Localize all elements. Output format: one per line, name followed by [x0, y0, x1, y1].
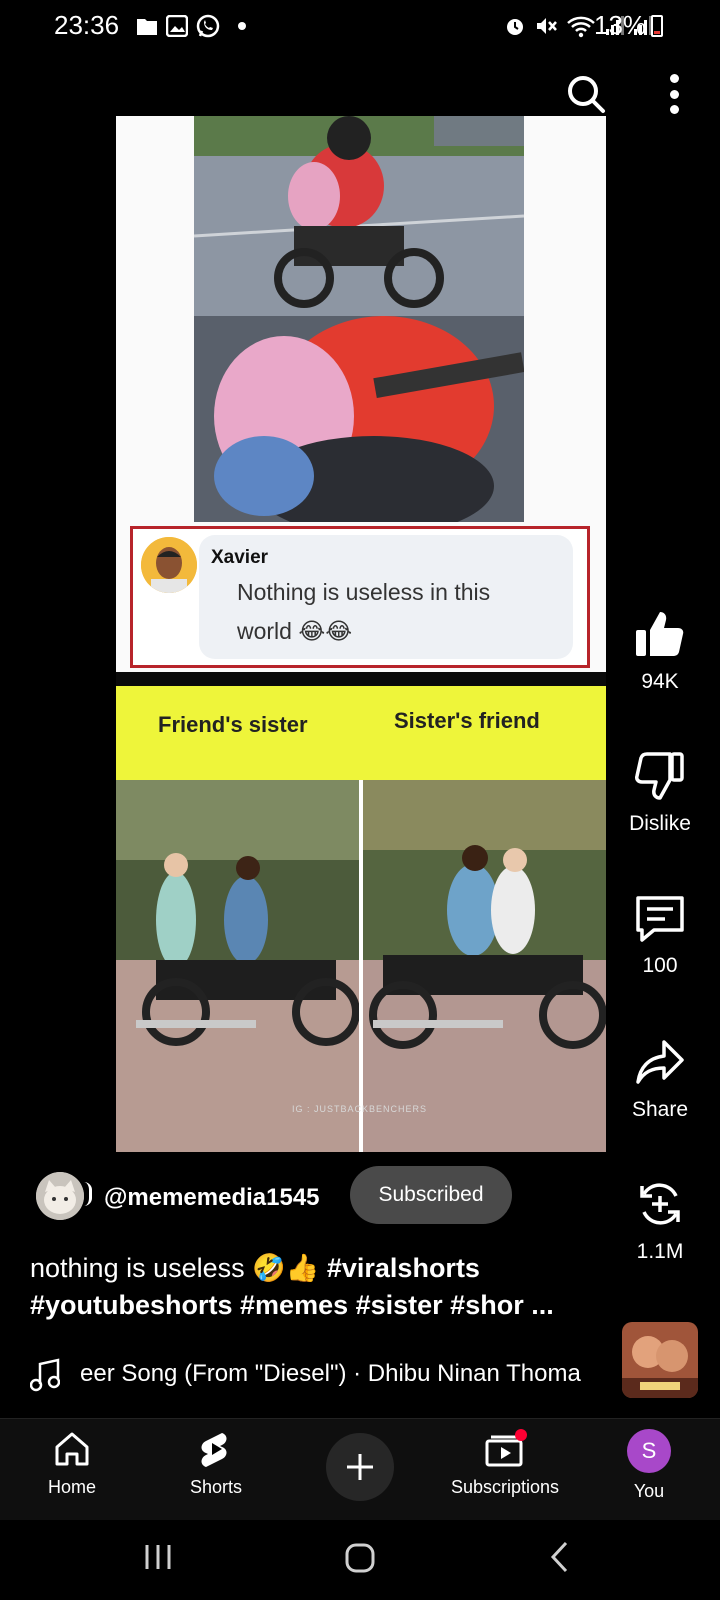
label-sisters-friend: Sister's friend	[394, 708, 540, 733]
music-row[interactable]: eer Song (From "Diesel") · Dhibu Ninan T…	[30, 1356, 610, 1392]
commenter-avatar	[141, 537, 197, 593]
status-icons-left	[136, 14, 246, 38]
subscriptions-icon	[485, 1429, 527, 1467]
music-note-icon	[30, 1358, 60, 1392]
nav-subscriptions[interactable]: Subscriptions	[430, 1429, 580, 1498]
label-friends-sister: Friend's sister	[158, 712, 308, 737]
remix-button[interactable]: 1.1M	[606, 1178, 714, 1264]
nav-home[interactable]: Home	[0, 1429, 147, 1498]
thumbs-up-icon	[636, 612, 684, 656]
shorts-icon	[201, 1433, 227, 1467]
comment-card: Xavier Nothing is useless in this world …	[130, 526, 590, 668]
folder-icon	[137, 19, 157, 35]
channel-handle[interactable]: @mememedia1545	[104, 1184, 320, 1212]
wifi-icon	[567, 16, 595, 38]
meme-bottom-panel: Friend's sister Sister's friend IG: JUS…	[116, 686, 606, 1152]
thumbs-down-icon	[635, 752, 684, 800]
like-button[interactable]: 94K	[606, 608, 714, 694]
status-time: 23:36	[54, 10, 120, 40]
caption-text: nothing is useless 🤣👍	[30, 1253, 327, 1283]
scene-friends-sister	[116, 780, 359, 1152]
battery-percent: 13%	[594, 10, 647, 40]
you-avatar: S	[627, 1429, 671, 1473]
home-icon	[55, 1432, 89, 1466]
dislike-label: Dislike	[629, 812, 691, 835]
whatsapp-icon	[196, 14, 220, 38]
scene-sisters-friend	[363, 780, 606, 1152]
commenter-name: Xavier	[211, 547, 269, 568]
comment-count: 100	[642, 954, 678, 977]
label-band: Friend's sister Sister's friend	[116, 686, 606, 780]
remix-count: 1.1M	[636, 1240, 684, 1263]
video-watermark: IG : JUSTBACKBENCHERS	[292, 1104, 428, 1114]
remix-icon	[640, 1183, 680, 1225]
music-thumbnail[interactable]	[622, 1322, 698, 1398]
caption-hashtags[interactable]: #youtubeshorts #memes #sister #shor ...	[30, 1290, 554, 1320]
video-player[interactable]: Xavier Nothing is useless in this world …	[116, 116, 606, 1152]
scooter-photo	[194, 116, 524, 522]
more-vert-icon[interactable]	[662, 72, 686, 116]
bottom-nav: Home Shorts Subscriptions S You	[0, 1418, 720, 1520]
nav-home-label: Home	[47, 1477, 96, 1497]
recent-apps-icon[interactable]	[142, 1542, 174, 1572]
status-bar: 23:36 13%	[0, 0, 720, 54]
comment-icon	[636, 896, 684, 942]
comments-button[interactable]: 100	[606, 892, 714, 978]
music-title: eer Song (From "Diesel") · Dhibu Ninan T…	[80, 1360, 581, 1387]
back-icon[interactable]	[548, 1540, 572, 1574]
dot-icon	[238, 22, 246, 30]
meme-top-panel: Xavier Nothing is useless in this world …	[116, 116, 606, 672]
caption-hashtag-viralshorts[interactable]: #viralshorts	[327, 1253, 480, 1283]
create-button[interactable]	[326, 1433, 394, 1501]
video-caption[interactable]: nothing is useless 🤣👍 #viralshorts #yout…	[30, 1250, 590, 1324]
comment-text: Nothing is useless in this world 😂😂	[237, 579, 491, 644]
home-nav-icon[interactable]	[344, 1542, 376, 1574]
share-icon	[636, 1040, 684, 1084]
channel-avatar[interactable]	[36, 1172, 84, 1220]
nav-you[interactable]: S You	[574, 1429, 720, 1502]
alarm-icon	[507, 19, 523, 35]
gallery-icon	[166, 15, 188, 37]
avatar-ring	[84, 1182, 92, 1206]
nav-subscriptions-label: Subscriptions	[450, 1477, 560, 1497]
search-icon[interactable]	[566, 74, 606, 114]
battery-icon	[651, 15, 663, 37]
nav-shorts-label: Shorts	[189, 1477, 243, 1497]
subscribed-button[interactable]: Subscribed	[350, 1166, 512, 1224]
mute-icon	[537, 18, 557, 34]
like-count: 94K	[641, 670, 679, 693]
nav-you-label: You	[633, 1481, 665, 1501]
share-button[interactable]: Share	[606, 1036, 714, 1122]
plus-icon	[347, 1454, 373, 1480]
nav-shorts[interactable]: Shorts	[141, 1429, 291, 1498]
system-nav-bar	[0, 1520, 720, 1600]
share-label: Share	[631, 1098, 689, 1121]
dislike-button[interactable]: Dislike	[606, 750, 714, 836]
